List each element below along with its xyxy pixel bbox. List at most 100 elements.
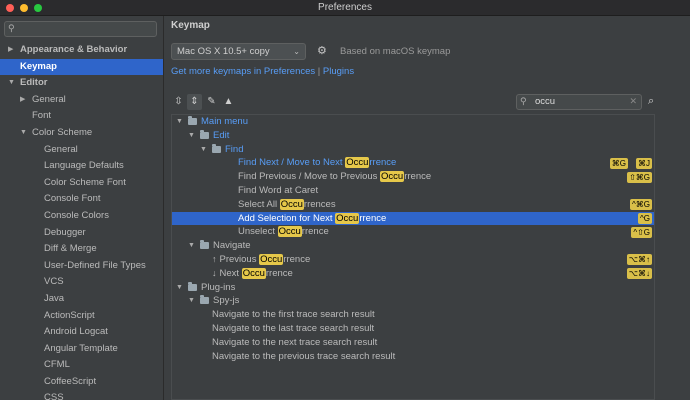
keymap-action-label: Plug-ins bbox=[201, 281, 235, 295]
chevron-down-icon[interactable]: ▼ bbox=[176, 281, 183, 295]
sidebar-item[interactable]: ▼ Color Scheme bbox=[0, 125, 163, 142]
chevron-down-icon[interactable]: ▼ bbox=[200, 143, 207, 157]
keymap-tree: ▼ Main menu ▼ Edit ▼ Find Find Next / Move to … bbox=[171, 114, 655, 400]
sidebar-item[interactable]: Java bbox=[0, 291, 163, 308]
shortcut-badge: ^⇧G bbox=[631, 226, 652, 238]
chevron-down-icon[interactable]: ▼ bbox=[176, 115, 183, 129]
get-more-keymaps-link[interactable]: Get more keymaps in Preferences bbox=[171, 66, 315, 77]
warning-icon[interactable]: ▲ bbox=[221, 94, 236, 110]
shortcut-badge: ⌘J bbox=[636, 157, 652, 169]
sidebar-item[interactable]: Debugger bbox=[0, 225, 163, 242]
search-match-highlight: Occu bbox=[259, 253, 284, 265]
keymap-action-row[interactable]: ▼ Edit bbox=[172, 129, 654, 143]
keymap-action-label: Add Selection for Next Occurrence bbox=[238, 212, 386, 226]
settings-search-input[interactable]: ⚲ bbox=[4, 21, 157, 37]
sidebar-item[interactable]: VCS bbox=[0, 274, 163, 291]
folder-icon bbox=[200, 295, 209, 305]
keymap-action-row[interactable]: Select All Occurrences ^⌘G bbox=[172, 198, 654, 212]
sidebar-item-label: Debugger bbox=[44, 226, 86, 238]
find-by-shortcut-icon[interactable]: ⌕ bbox=[648, 95, 654, 108]
label-text: rrence bbox=[265, 267, 293, 279]
sidebar-item[interactable]: ▶ General bbox=[0, 92, 163, 109]
chevron-down-icon[interactable]: ▼ bbox=[188, 129, 195, 143]
keymap-action-row[interactable]: ↑ Previous Occurrence ⌥⌘↑ bbox=[172, 253, 654, 267]
keymap-action-label: Navigate to the first trace search resul… bbox=[212, 308, 375, 322]
keymap-dropdown[interactable]: Mac OS X 10.5+ copy ⌄ bbox=[171, 43, 306, 60]
chevron-down-icon[interactable]: ▼ bbox=[188, 294, 195, 308]
keymap-action-row[interactable]: Navigate to the next trace search result bbox=[172, 336, 654, 350]
sidebar-item[interactable]: Font bbox=[0, 108, 163, 125]
keymap-action-row[interactable]: ▼ Navigate bbox=[172, 239, 654, 253]
sidebar-item[interactable]: Console Font bbox=[0, 191, 163, 208]
collapse-all-icon[interactable]: ⇕ bbox=[187, 94, 202, 110]
sidebar-item[interactable]: CFML bbox=[0, 357, 163, 374]
sidebar-item[interactable]: Color Scheme Font bbox=[0, 175, 163, 192]
search-match-highlight: Occu bbox=[345, 157, 370, 169]
search-icon: ⚲ bbox=[8, 23, 15, 33]
based-on-label: Based on macOS keymap bbox=[340, 46, 451, 57]
keymap-action-row[interactable]: Find Previous / Move to Previous Occurre… bbox=[172, 170, 654, 184]
sidebar-item[interactable]: Angular Template bbox=[0, 341, 163, 358]
label-text: Select All bbox=[238, 198, 280, 210]
label-text: rrences bbox=[303, 198, 336, 210]
keymap-action-label: Unselect Occurrence bbox=[238, 225, 329, 239]
chevron-down-icon[interactable]: ▼ bbox=[188, 239, 195, 253]
keymap-action-row[interactable]: Unselect Occurrence ^⇧G bbox=[172, 225, 654, 239]
sidebar-item-label: VCS bbox=[44, 276, 64, 288]
keymap-action-row[interactable]: Find Next / Move to Next Occurrence ⌘J ⌘G bbox=[172, 156, 654, 170]
sidebar-item-label: Console Font bbox=[44, 193, 101, 205]
sidebar-item-label: CoffeeScript bbox=[44, 375, 97, 387]
sidebar-item[interactable]: User-Defined File Types bbox=[0, 258, 163, 275]
sidebar-item[interactable]: CSS bbox=[0, 390, 163, 400]
sidebar-item[interactable]: Language Defaults bbox=[0, 158, 163, 175]
chevron-right-icon[interactable]: ▶ bbox=[8, 42, 13, 59]
label-text: Edit bbox=[213, 129, 230, 141]
chevron-right-icon[interactable]: ▶ bbox=[20, 92, 25, 109]
clear-icon[interactable]: ✕ bbox=[629, 96, 637, 107]
sidebar-item[interactable]: ActionScript bbox=[0, 308, 163, 325]
keymap-action-row[interactable]: ↓ Next Occurrence ⌥⌘↓ bbox=[172, 267, 654, 281]
keymap-action-row[interactable]: Find Word at Caret bbox=[172, 184, 654, 198]
keymap-action-row[interactable]: ▼ Spy-js bbox=[172, 294, 654, 308]
label-text: Previous bbox=[219, 253, 260, 265]
chevron-down-icon[interactable]: ▼ bbox=[20, 125, 27, 142]
keymap-action-label: Navigate bbox=[213, 239, 251, 253]
sidebar-item[interactable]: General bbox=[0, 142, 163, 159]
plugins-link[interactable]: Plugins bbox=[323, 66, 354, 77]
chevron-down-icon[interactable]: ▼ bbox=[8, 75, 15, 92]
keymap-action-label: Edit bbox=[213, 129, 229, 143]
folder-icon bbox=[188, 116, 197, 125]
sidebar-item[interactable]: ▼ Editor bbox=[0, 75, 163, 92]
keymap-action-row[interactable]: ▼ Find bbox=[172, 143, 654, 157]
keymap-action-row[interactable]: Navigate to the first trace search resul… bbox=[172, 308, 654, 322]
keymap-filter-input[interactable]: ⚲ occu ✕ bbox=[516, 94, 642, 110]
sidebar-item-label: Angular Template bbox=[44, 342, 118, 354]
label-text: Find Previous / Move to Previous bbox=[238, 171, 381, 183]
label-text: Plug-ins bbox=[201, 281, 236, 293]
keymap-action-row[interactable]: ▼ Plug-ins bbox=[172, 281, 654, 295]
sidebar-item[interactable]: Android Logcat bbox=[0, 324, 163, 341]
keymap-action-label: Find Previous / Move to Previous Occurre… bbox=[238, 170, 431, 184]
sidebar-item[interactable]: Keymap bbox=[0, 58, 163, 76]
keymap-action-row[interactable]: ▼ Main menu bbox=[172, 115, 654, 129]
label-text: Navigate to the next trace search result bbox=[212, 336, 378, 348]
sidebar-item-label: User-Defined File Types bbox=[44, 259, 146, 271]
sidebar-item[interactable]: Diff & Merge bbox=[0, 241, 163, 258]
keymap-action-row[interactable]: Navigate to the previous trace search re… bbox=[172, 350, 654, 364]
sidebar-item[interactable]: CoffeeScript bbox=[0, 374, 163, 391]
search-match-highlight: Occu bbox=[380, 171, 405, 183]
link-separator: | bbox=[317, 66, 321, 77]
expand-all-icon[interactable]: ⇳ bbox=[171, 94, 186, 110]
label-text: Navigate to the first trace search resul… bbox=[212, 309, 375, 321]
sidebar-item-label: Language Defaults bbox=[44, 160, 124, 172]
label-text: Add Selection for Next bbox=[238, 212, 336, 224]
sidebar-item[interactable]: Console Colors bbox=[0, 208, 163, 225]
edit-icon[interactable]: ✎ bbox=[204, 94, 219, 110]
gear-icon[interactable]: ⚙ bbox=[317, 44, 327, 57]
keymap-action-row[interactable]: Navigate to the last trace search result bbox=[172, 322, 654, 336]
keymap-action-row[interactable]: Add Selection for Next Occurrence ^G bbox=[172, 211, 654, 226]
search-match-highlight: Occu bbox=[277, 226, 302, 238]
keymap-links: Get more keymaps in Preferences | Plugin… bbox=[171, 66, 354, 77]
window-title: Preferences bbox=[318, 2, 372, 13]
sidebar-item[interactable]: ▶ Appearance & Behavior bbox=[0, 42, 163, 59]
